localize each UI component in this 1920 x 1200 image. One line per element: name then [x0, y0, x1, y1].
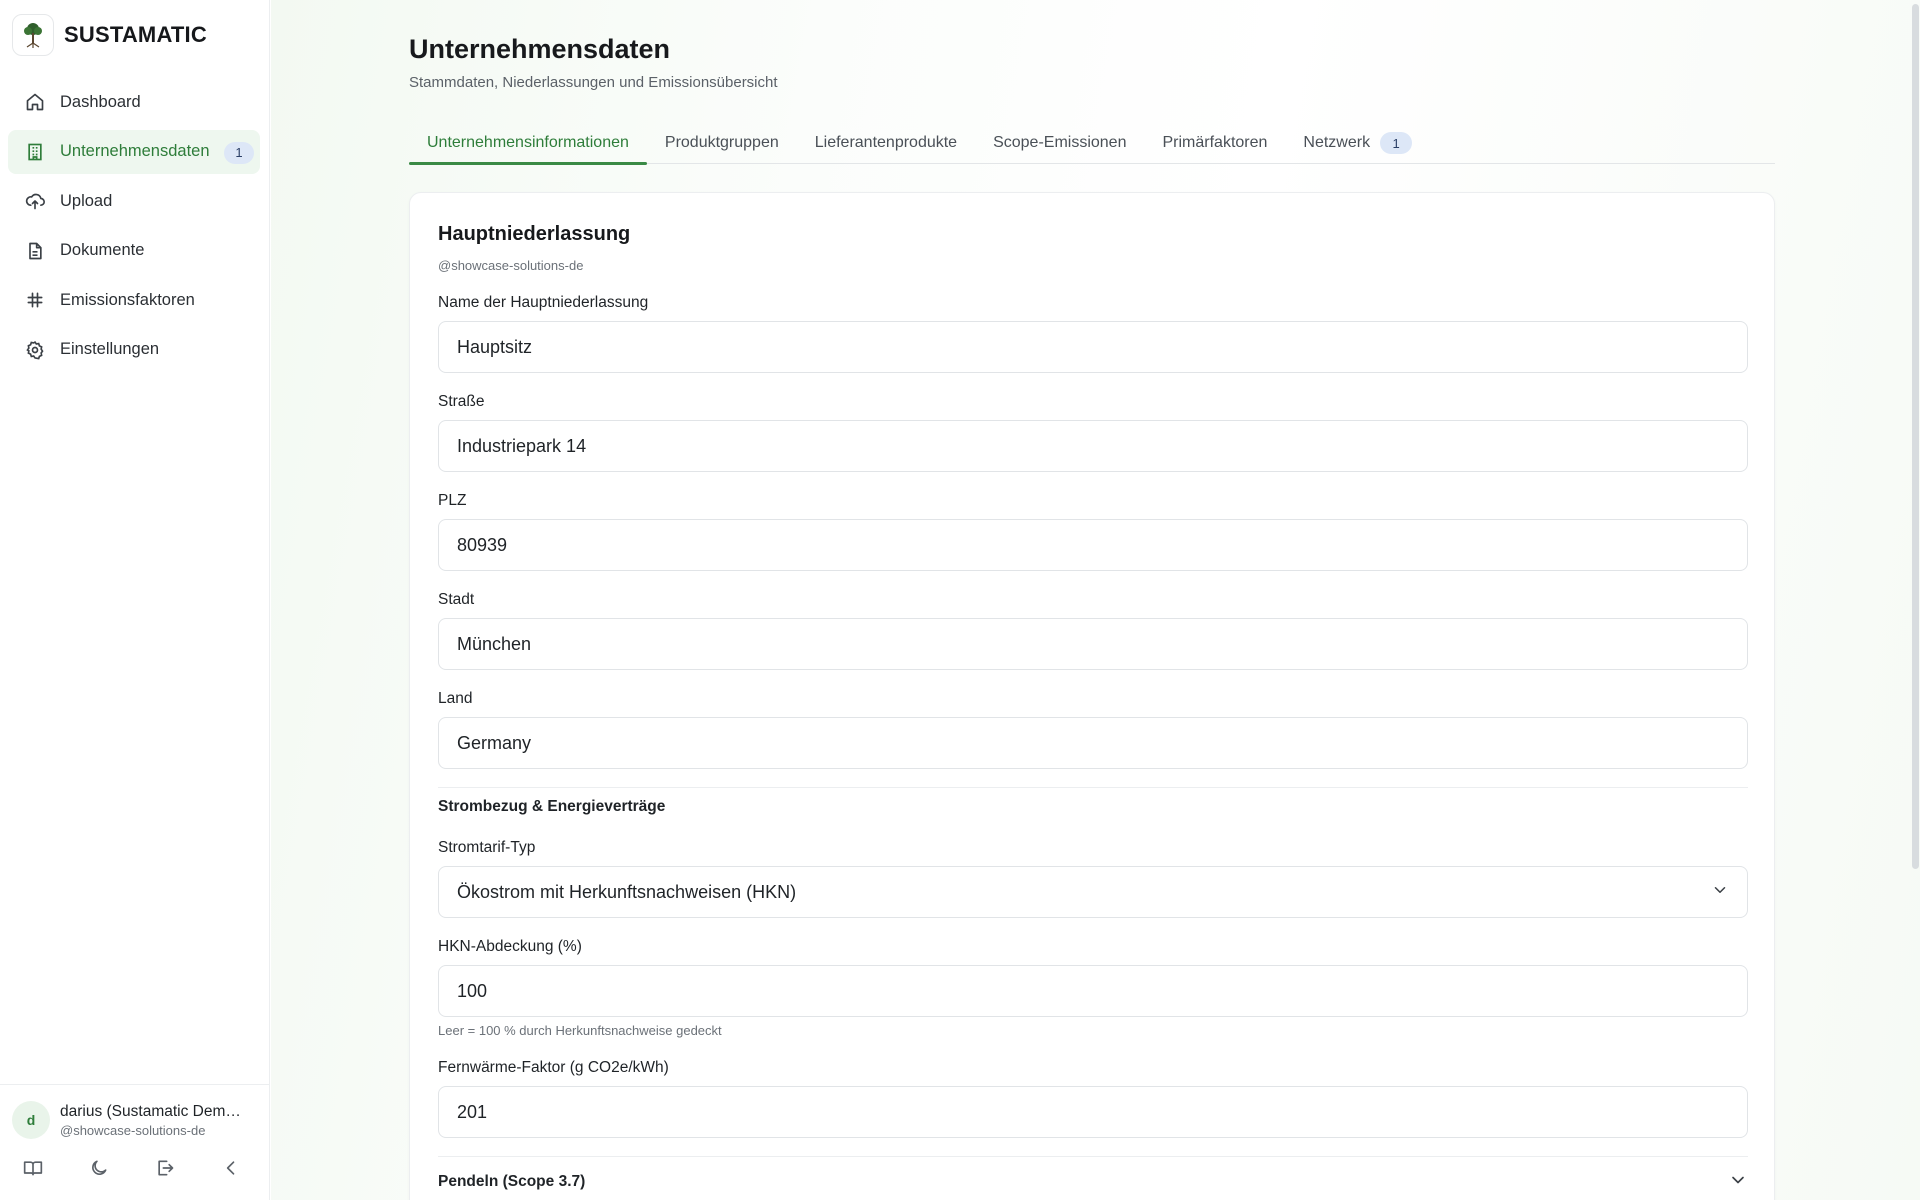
tab-lieferantenprodukte[interactable]: Lieferantenprodukte: [797, 122, 975, 164]
tab-label: Scope-Emissionen: [993, 134, 1127, 151]
sidebar-item-unternehmensdaten[interactable]: Unternehmensdaten 1: [8, 129, 260, 174]
city-input[interactable]: [438, 618, 1748, 670]
user-profile[interactable]: d darius (Sustamatic Dem… @showcase-solu…: [12, 1101, 260, 1139]
sidebar: SUSTAMATIC Dashboard Unternehmensdaten 1…: [0, 0, 270, 1200]
hash-icon: [24, 289, 46, 311]
sidebar-item-label: Dashboard: [60, 92, 141, 111]
tab-label: Unternehmensinformationen: [427, 134, 629, 151]
chevron-down-icon: [1711, 881, 1729, 904]
divider: [438, 787, 1748, 788]
gear-icon: [24, 339, 46, 361]
street-label: Straße: [438, 393, 485, 410]
sidebar-item-emissionsfaktoren[interactable]: Emissionsfaktoren: [8, 278, 260, 322]
district-heating-label: Fernwärme-Faktor (g CO2e/kWh): [438, 1059, 669, 1076]
sidebar-item-upload[interactable]: Upload: [8, 179, 260, 223]
tab-produktgruppen[interactable]: Produktgruppen: [647, 122, 797, 164]
city-label: Stadt: [438, 591, 475, 608]
sidebar-item-dashboard[interactable]: Dashboard: [8, 80, 260, 124]
country-input[interactable]: [438, 717, 1748, 769]
commute-section-title: Pendeln (Scope 3.7): [438, 1173, 586, 1190]
commute-section-toggle[interactable]: Pendeln (Scope 3.7): [438, 1167, 1748, 1197]
street-input[interactable]: [438, 420, 1748, 472]
user-name: darius (Sustamatic Dem…: [60, 1102, 241, 1120]
moon-icon[interactable]: [86, 1155, 112, 1181]
sidebar-item-dokumente[interactable]: Dokumente: [8, 229, 260, 273]
district-heating-input[interactable]: [438, 1086, 1748, 1138]
tab-primaerfaktoren[interactable]: Primärfaktoren: [1144, 122, 1285, 164]
chevron-left-icon[interactable]: [218, 1155, 244, 1181]
zip-label: PLZ: [438, 492, 467, 509]
sidebar-item-label: Emissionsfaktoren: [60, 290, 195, 309]
tab-netzwerk[interactable]: Netzwerk 1: [1285, 122, 1430, 164]
zip-input[interactable]: [438, 519, 1748, 571]
divider: [438, 1156, 1748, 1157]
main-content: Unternehmensdaten Stammdaten, Niederlass…: [271, 0, 1920, 1200]
logout-icon[interactable]: [152, 1155, 178, 1181]
sidebar-item-label: Upload: [60, 191, 113, 210]
page-title: Unternehmensdaten: [409, 34, 671, 64]
avatar: d: [12, 1101, 50, 1139]
brand[interactable]: SUSTAMATIC: [12, 14, 207, 56]
sidebar-item-label: Einstellungen: [60, 340, 160, 358]
cloud-upload-icon: [24, 190, 46, 212]
sidebar-item-label: Unternehmensdaten: [60, 142, 210, 160]
card-subtitle: @showcase-solutions-de: [438, 258, 584, 273]
hq-name-input[interactable]: [438, 321, 1748, 373]
scrollbar-thumb[interactable]: [1912, 4, 1919, 869]
count-badge: 1: [224, 141, 254, 164]
hkn-input[interactable]: [438, 965, 1748, 1017]
country-label: Land: [438, 690, 473, 707]
footer-actions: [20, 1155, 284, 1181]
document-icon: [24, 240, 46, 262]
page-subtitle: Stammdaten, Niederlassungen und Emission…: [409, 74, 778, 91]
sidebar-item-label: Dokumente: [60, 241, 145, 259]
tariff-selected-value: Ökostrom mit Herkunftsnachweisen (HKN): [457, 881, 797, 902]
tab-scope-emissionen[interactable]: Scope-Emissionen: [975, 122, 1144, 164]
tariff-label: Stromtarif-Typ: [438, 839, 536, 856]
tab-bar: Unternehmensinformationen Produktgruppen…: [409, 122, 1775, 165]
card-title: Hauptniederlassung: [438, 223, 631, 245]
building-icon: [24, 141, 46, 163]
user-handle: @showcase-solutions-de: [60, 1122, 206, 1138]
count-badge: 1: [1380, 132, 1413, 154]
book-icon[interactable]: [20, 1155, 46, 1181]
tab-label: Lieferantenprodukte: [814, 134, 958, 151]
scrollbar[interactable]: [1910, 0, 1920, 1200]
sidebar-footer: d darius (Sustamatic Dem… @showcase-solu…: [0, 1084, 270, 1200]
headquarters-card: Hauptniederlassung @showcase-solutions-d…: [409, 192, 1775, 1200]
chevron-down-icon: [1728, 1170, 1748, 1195]
tab-label: Primärfaktoren: [1162, 134, 1268, 151]
home-icon: [24, 91, 46, 113]
tab-unternehmensinformationen[interactable]: Unternehmensinformationen: [409, 122, 647, 165]
hkn-label: HKN-Abdeckung (%): [438, 938, 582, 955]
hq-name-label: Name der Hauptniederlassung: [438, 294, 649, 311]
hkn-hint: Leer = 100 % durch Herkunftsnachweise ge…: [438, 1023, 722, 1038]
brand-name: SUSTAMATIC: [64, 22, 207, 47]
sidebar-nav: Dashboard Unternehmensdaten 1 Upload Dok…: [8, 80, 260, 377]
sidebar-item-einstellungen[interactable]: Einstellungen: [8, 328, 260, 372]
tab-label: Produktgruppen: [664, 134, 779, 151]
tariff-select[interactable]: Ökostrom mit Herkunftsnachweisen (HKN): [438, 866, 1748, 918]
tree-logo-icon: [12, 14, 54, 56]
energy-section-title: Strombezug & Energieverträge: [438, 798, 666, 815]
tab-label: Netzwerk: [1303, 134, 1371, 151]
